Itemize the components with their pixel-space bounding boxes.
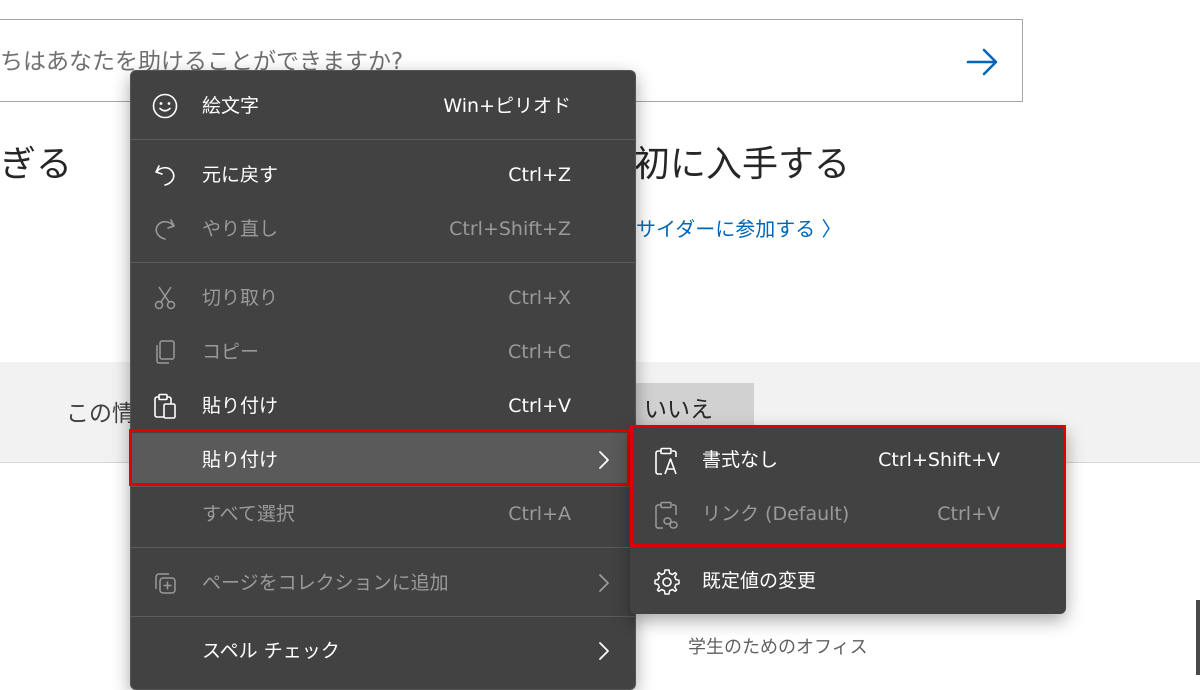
menu-item-label: スペル チェック bbox=[202, 640, 340, 662]
submenu-separator bbox=[630, 546, 1066, 547]
menu-item-paste-as[interactable]: 貼り付け bbox=[131, 433, 635, 487]
copy-icon bbox=[151, 338, 179, 366]
insider-link[interactable]: サイダーに参加する 〉 bbox=[636, 213, 842, 242]
menu-item-add-to-collection[interactable]: ページをコレクションに追加 bbox=[131, 556, 635, 610]
paste-plain-text-icon bbox=[655, 447, 677, 475]
menu-item-label: やり直し bbox=[202, 218, 279, 240]
menu-item-cut[interactable]: 切り取り Ctrl+X bbox=[131, 271, 635, 325]
menu-item-label: 絵文字 bbox=[202, 95, 260, 117]
menu-item-copy[interactable]: コピー Ctrl+C bbox=[131, 325, 635, 379]
menu-item-shortcut: Ctrl+Shift+Z bbox=[449, 218, 571, 240]
arrow-right-icon[interactable] bbox=[962, 44, 1002, 80]
menu-item-spell-check[interactable]: スペル チェック bbox=[131, 624, 635, 678]
menu-item-redo[interactable]: やり直し Ctrl+Shift+Z bbox=[131, 202, 635, 256]
menu-item-label: すべて選択 bbox=[202, 503, 295, 525]
menu-item-shortcut: Ctrl+X bbox=[508, 287, 571, 309]
menu-item-label: 貼り付け bbox=[202, 449, 279, 471]
menu-item-shortcut: Win+ピリオド bbox=[443, 95, 571, 117]
section-heading-left: ぎる bbox=[0, 144, 73, 185]
menu-item-label: 切り取り bbox=[202, 287, 279, 309]
feedback-text: この情 bbox=[66, 401, 135, 427]
submenu-item-shortcut: Ctrl+V bbox=[937, 503, 1000, 525]
submenu-item-paste-link[interactable]: リンク (Default) Ctrl+V bbox=[630, 487, 1066, 541]
menu-item-select-all[interactable]: すべて選択 Ctrl+A bbox=[131, 487, 635, 541]
scissors-icon bbox=[151, 284, 179, 312]
menu-item-undo[interactable]: 元に戻す Ctrl+Z bbox=[131, 148, 635, 202]
menu-separator bbox=[131, 616, 635, 617]
submenu-item-label: 書式なし bbox=[702, 449, 779, 471]
menu-item-shortcut: Ctrl+Z bbox=[508, 164, 571, 186]
chevron-right-icon bbox=[599, 574, 609, 592]
menu-item-label: コピー bbox=[202, 341, 260, 363]
menu-separator bbox=[131, 139, 635, 140]
chevron-right-icon bbox=[599, 451, 609, 469]
submenu-item-label: リンク (Default) bbox=[702, 503, 850, 525]
section-heading-right: 初に入手する bbox=[634, 144, 851, 185]
undo-icon bbox=[151, 161, 179, 189]
paste-submenu: 書式なし Ctrl+Shift+V リンク (Default) Ctrl+V 既… bbox=[630, 426, 1066, 614]
submenu-item-paste-plain[interactable]: 書式なし Ctrl+Shift+V bbox=[630, 433, 1066, 487]
menu-separator bbox=[131, 262, 635, 263]
no-button[interactable]: いいえ bbox=[630, 383, 754, 431]
submenu-item-change-default[interactable]: 既定値の変更 bbox=[630, 554, 1066, 608]
context-menu: 絵文字 Win+ピリオド 元に戻す Ctrl+Z やり直し Ctrl+Shift… bbox=[130, 70, 636, 690]
smiley-icon bbox=[151, 92, 179, 120]
menu-item-label: ページをコレクションに追加 bbox=[202, 572, 449, 594]
menu-item-paste[interactable]: 貼り付け Ctrl+V bbox=[131, 379, 635, 433]
menu-separator bbox=[131, 547, 635, 548]
clipboard-icon bbox=[151, 392, 179, 420]
window-edge bbox=[1196, 600, 1200, 675]
menu-item-shortcut: Ctrl+C bbox=[508, 341, 571, 363]
paste-link-icon bbox=[655, 501, 678, 529]
menu-item-label: 貼り付け bbox=[202, 395, 279, 417]
collections-add-icon bbox=[151, 569, 179, 597]
redo-icon bbox=[151, 215, 179, 243]
submenu-item-label: 既定値の変更 bbox=[702, 570, 817, 592]
gear-icon bbox=[654, 569, 680, 595]
menu-item-shortcut: Ctrl+A bbox=[508, 503, 571, 525]
menu-item-shortcut: Ctrl+V bbox=[508, 395, 571, 417]
chevron-right-icon bbox=[599, 642, 609, 660]
menu-item-label: 元に戻す bbox=[202, 164, 279, 186]
submenu-item-shortcut: Ctrl+Shift+V bbox=[878, 449, 1000, 471]
menu-item-emoji[interactable]: 絵文字 Win+ピリオド bbox=[131, 79, 635, 133]
footer-link-student-office[interactable]: 学生のためのオフィス bbox=[688, 633, 868, 659]
